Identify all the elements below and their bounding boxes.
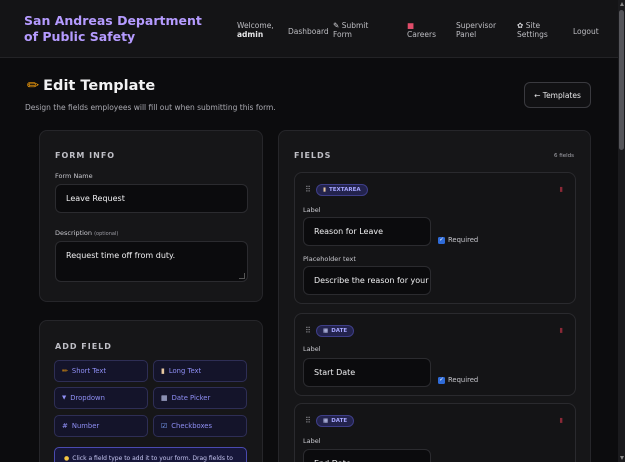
calendar-icon: ▦ bbox=[323, 418, 329, 424]
welcome-user: admin bbox=[237, 30, 264, 39]
calendar-icon: ▦ bbox=[323, 328, 329, 334]
field-label-input[interactable]: End Date bbox=[303, 449, 431, 462]
required-checkbox[interactable]: ✓ Required bbox=[438, 376, 478, 384]
required-label: Required bbox=[448, 376, 479, 384]
nav-logout[interactable]: Logout bbox=[573, 27, 599, 36]
field-item: ⠿ ▮ TEXTAREA ▮ Label Reason for Leave ✓ Re… bbox=[294, 172, 576, 304]
fields-heading: FIELDS bbox=[294, 151, 332, 160]
calendar-icon: ▦ bbox=[161, 394, 168, 402]
nav-submit-form[interactable]: ✎ Submit Form bbox=[333, 21, 373, 39]
description-textarea[interactable]: Request time off from duty. bbox=[55, 241, 248, 282]
add-field-hint-text: Click a field type to add it to your for… bbox=[72, 455, 233, 462]
trash-icon[interactable]: ▮ bbox=[559, 416, 563, 424]
add-number-label: Number bbox=[71, 422, 100, 430]
field-type-text: TEXTAREA bbox=[329, 187, 361, 193]
scrollbar-thumb[interactable] bbox=[619, 10, 624, 150]
field-label-caption: Label bbox=[303, 206, 321, 214]
add-date-picker-label: Date Picker bbox=[171, 394, 211, 402]
gear-icon: ✿ bbox=[517, 21, 524, 30]
field-type-badge: ▦ DATE bbox=[316, 325, 355, 337]
brand-title[interactable]: San Andreas Department of Public Safety bbox=[24, 13, 214, 45]
form-info-card: FORM INFO Form Name Leave Request Descri… bbox=[39, 130, 263, 302]
drag-handle-icon[interactable]: ⠿ bbox=[305, 326, 311, 335]
scroll-up-icon[interactable] bbox=[620, 2, 624, 6]
resize-handle-icon[interactable] bbox=[239, 273, 245, 279]
checkbox-icon: ☑ bbox=[161, 422, 168, 430]
field-label-caption: Label bbox=[303, 437, 321, 445]
drag-handle-icon[interactable]: ⠿ bbox=[305, 416, 311, 425]
form-info-heading: FORM INFO bbox=[55, 151, 116, 160]
field-type-badge: ▦ DATE bbox=[316, 415, 355, 427]
nav-careers[interactable]: ■ Careers bbox=[407, 21, 436, 39]
add-field-hint: ● Click a field type to add it to your fo… bbox=[54, 447, 247, 462]
welcome-prefix: Welcome, bbox=[237, 21, 274, 30]
add-field-heading: ADD FIELD bbox=[55, 342, 112, 351]
welcome-text: Welcome, admin bbox=[237, 21, 274, 39]
placeholder-caption: Placeholder text bbox=[303, 255, 356, 263]
pencil-icon: ✏ bbox=[27, 78, 40, 94]
field-label-caption: Label bbox=[303, 345, 321, 353]
field-item: ⠿ ▦DATE ▮ Label End Date bbox=[294, 403, 576, 462]
briefcase-icon: ■ bbox=[407, 21, 415, 30]
document-icon: ▮ bbox=[161, 367, 165, 375]
back-to-templates-button[interactable]: ← Templates bbox=[524, 82, 591, 108]
lightbulb-icon: ● bbox=[64, 455, 70, 462]
required-label: Required bbox=[448, 236, 479, 244]
add-dropdown-button[interactable]: ▼ Dropdown bbox=[54, 387, 148, 409]
page-title-text: Edit Template bbox=[43, 78, 156, 94]
add-long-text-label: Long Text bbox=[168, 367, 202, 375]
field-label-input[interactable]: Reason for Leave bbox=[303, 217, 431, 246]
dropdown-icon: ▼ bbox=[62, 395, 67, 401]
field-type-text: DATE bbox=[331, 418, 348, 424]
pencil-icon: ✏ bbox=[62, 367, 68, 375]
description-label: Description (optional) bbox=[55, 229, 118, 237]
description-value: Request time off from duty. bbox=[66, 251, 176, 260]
drag-handle-icon[interactable]: ⠿ bbox=[305, 185, 311, 194]
add-number-button[interactable]: # Number bbox=[54, 415, 148, 437]
nav-careers-label: Careers bbox=[407, 30, 436, 39]
add-checkboxes-button[interactable]: ☑ Checkboxes bbox=[153, 415, 247, 437]
page-subtitle: Design the fields employees will fill ou… bbox=[25, 103, 276, 112]
fields-count: 6 fields bbox=[554, 153, 574, 159]
scroll-down-icon[interactable] bbox=[620, 456, 624, 460]
document-icon: ▮ bbox=[323, 187, 327, 193]
placeholder-input[interactable]: Describe the reason for your leav bbox=[303, 266, 431, 295]
hash-icon: # bbox=[62, 422, 68, 430]
add-short-text-label: Short Text bbox=[71, 367, 107, 375]
trash-icon[interactable]: ▮ bbox=[559, 326, 563, 334]
nav-supervisor-panel[interactable]: Supervisor Panel bbox=[456, 21, 496, 39]
page-scrollbar[interactable] bbox=[618, 0, 625, 462]
page-title: ✏ Edit Template bbox=[27, 78, 155, 94]
checkmark-icon: ✓ bbox=[438, 376, 445, 384]
field-type-text: DATE bbox=[331, 328, 348, 334]
required-checkbox[interactable]: ✓ Required bbox=[438, 236, 478, 244]
form-name-label: Form Name bbox=[55, 172, 93, 180]
form-name-input[interactable]: Leave Request bbox=[55, 184, 248, 213]
field-label-input[interactable]: Start Date bbox=[303, 358, 431, 387]
add-checkboxes-label: Checkboxes bbox=[171, 422, 212, 430]
add-short-text-button[interactable]: ✏ Short Text bbox=[54, 360, 148, 382]
thumbs-icon: ✎ bbox=[333, 21, 340, 30]
trash-icon[interactable]: ▮ bbox=[559, 185, 563, 193]
description-label-text: Description bbox=[55, 229, 93, 237]
field-type-badge: ▮ TEXTAREA bbox=[316, 184, 368, 196]
description-optional: (optional) bbox=[94, 231, 119, 237]
add-long-text-button[interactable]: ▮ Long Text bbox=[153, 360, 247, 382]
field-item: ⠿ ▦ DATE ▮ Label Start Date ✓ Required bbox=[294, 313, 576, 396]
add-dropdown-label: Dropdown bbox=[70, 394, 105, 402]
top-navbar: San Andreas Department of Public Safety … bbox=[0, 0, 618, 58]
nav-site-settings[interactable]: ✿ Site Settings bbox=[517, 21, 553, 39]
checkmark-icon: ✓ bbox=[438, 236, 445, 244]
nav-dashboard[interactable]: Dashboard bbox=[288, 27, 329, 36]
add-date-picker-button[interactable]: ▦ Date Picker bbox=[153, 387, 247, 409]
nav-submit-form-label: Submit Form bbox=[333, 21, 369, 39]
